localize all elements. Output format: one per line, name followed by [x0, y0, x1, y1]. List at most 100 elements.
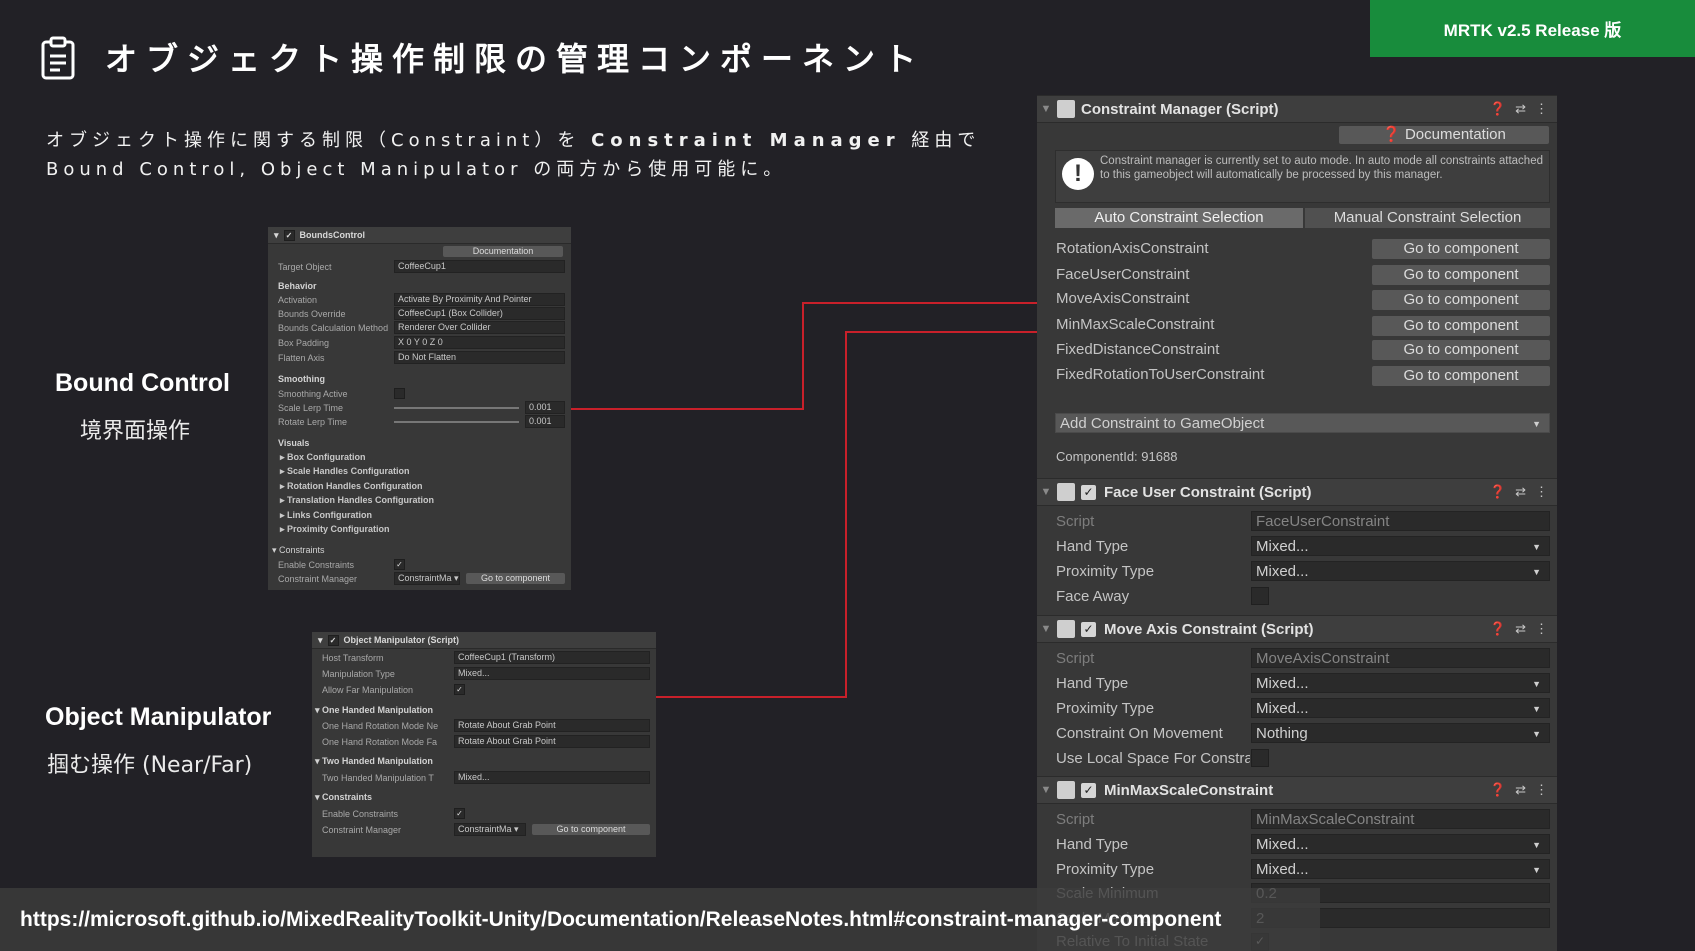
hand-type-dropdown[interactable]: Mixed... [1251, 834, 1550, 855]
source-url-link[interactable]: https://microsoft.github.io/MixedReality… [20, 908, 1221, 932]
fold-proximity[interactable]: ▸ Proximity Configuration [280, 524, 390, 535]
rotate-lerp-slider[interactable] [394, 420, 519, 423]
enabled-checkbox[interactable]: ✓ [1081, 782, 1096, 798]
enabled-checkbox[interactable]: ✓ [283, 229, 295, 241]
constraint-on-movement-dropdown[interactable]: Nothing [1251, 723, 1550, 744]
component-title: Object Manipulator (Script) [343, 635, 460, 645]
goto-component-button[interactable]: Go to component [466, 573, 565, 584]
kebab-menu-icon[interactable]: ⋮ [1535, 484, 1548, 500]
smoothing-active-checkbox[interactable] [394, 388, 405, 399]
collapse-arrow-icon[interactable]: ▼ [1037, 486, 1055, 498]
bounds-override-field[interactable]: CoffeeCup1 (Box Collider) [394, 307, 565, 320]
goto-component-button[interactable]: Go to component [1372, 340, 1550, 360]
goto-component-button[interactable]: Go to component [1372, 265, 1550, 285]
script-icon [1057, 483, 1075, 501]
preset-icon[interactable]: ⇄ [1515, 484, 1526, 500]
allow-far-checkbox[interactable]: ✓ [454, 684, 465, 695]
constraint-item: RotationAxisConstraint [1056, 240, 1209, 257]
goto-component-button[interactable]: Go to component [1372, 316, 1550, 336]
script-icon [1057, 100, 1075, 118]
hand-type-dropdown[interactable]: Mixed... [1251, 536, 1550, 557]
proximity-type-dropdown[interactable]: Mixed... [1251, 859, 1550, 880]
help-icon[interactable]: ❓ [1490, 101, 1506, 117]
face-away-label: Face Away [1056, 588, 1130, 605]
help-box: ! Constraint manager is currently set to… [1055, 150, 1550, 203]
add-constraint-dropdown[interactable]: Add Constraint to GameObject [1055, 413, 1550, 434]
help-icon[interactable]: ❓ [1490, 782, 1506, 798]
fold-translation-handles[interactable]: ▸ Translation Handles Configuration [280, 495, 434, 506]
kebab-menu-icon[interactable]: ⋮ [1535, 101, 1548, 117]
object-manipulator-panel: ▾ ✓ Object Manipulator (Script) Host Tra… [312, 632, 656, 857]
preset-icon[interactable]: ⇄ [1515, 782, 1526, 798]
visuals-section: Visuals [278, 438, 310, 448]
rotate-lerp-row: Rotate Lerp Time 0.001 [278, 415, 565, 428]
component-id: ComponentId: 91688 [1056, 449, 1178, 464]
kebab-menu-icon[interactable]: ⋮ [1535, 621, 1548, 637]
preset-icon[interactable]: ⇄ [1515, 621, 1526, 637]
one-hand-far-dropdown[interactable]: Rotate About Grab Point [454, 735, 650, 748]
collapse-arrow-icon[interactable]: ▾ [318, 635, 323, 646]
help-icon[interactable]: ❓ [1490, 484, 1506, 500]
fold-box-config[interactable]: ▸ Box Configuration [280, 452, 366, 463]
constraint-manager-field[interactable]: ConstraintMa ▾ [394, 572, 460, 585]
target-object-field[interactable]: CoffeeCup1 [394, 260, 565, 273]
two-hand-dropdown[interactable]: Mixed... [454, 771, 650, 784]
collapse-arrow-icon[interactable]: ▼ [1037, 103, 1055, 115]
face-user-constraint-header: ▼ ✓ Face User Constraint (Script) ❓ ⇄ ⋮ [1037, 478, 1557, 506]
box-padding-row: Box Padding X 0 Y 0 Z 0 [278, 336, 565, 349]
fold-scale-handles[interactable]: ▸ Scale Handles Configuration [280, 466, 410, 477]
help-icon[interactable]: ❓ [1490, 621, 1506, 637]
documentation-button[interactable]: Documentation [443, 246, 563, 257]
script-field: MinMaxScaleConstraint [1251, 809, 1550, 829]
minmax-scale-constraint-header: ▼ ✓ MinMaxScaleConstraint ❓ ⇄ ⋮ [1037, 776, 1557, 804]
flatten-axis-dropdown[interactable]: Do Not Flatten [394, 351, 565, 364]
activation-row: Activation Activate By Proximity And Poin… [278, 293, 565, 306]
collapse-arrow-icon[interactable]: ▼ [1037, 623, 1055, 635]
one-hand-near-dropdown[interactable]: Rotate About Grab Point [454, 719, 650, 732]
proximity-type-dropdown[interactable]: Mixed... [1251, 698, 1550, 719]
bounds-calc-dropdown[interactable]: Renderer Over Collider [394, 321, 565, 334]
manipulation-type-dropdown[interactable]: Mixed... [454, 667, 650, 680]
help-icon: ❓ [1382, 126, 1401, 143]
constraint-item: FixedDistanceConstraint [1056, 341, 1220, 358]
constraint-manager-field[interactable]: ConstraintMa ▾ [454, 823, 526, 836]
host-transform-field[interactable]: CoffeeCup1 (Transform) [454, 651, 650, 664]
enabled-checkbox[interactable]: ✓ [1081, 621, 1096, 637]
goto-component-button[interactable]: Go to component [1372, 290, 1550, 310]
goto-component-button[interactable]: Go to component [532, 824, 650, 835]
collapse-arrow-icon[interactable]: ▾ [274, 230, 279, 241]
documentation-button[interactable]: ❓ Documentation [1339, 126, 1549, 144]
enable-constraints-checkbox[interactable]: ✓ [394, 559, 405, 570]
scale-lerp-slider[interactable] [394, 406, 519, 409]
proximity-type-label: Proximity Type [1056, 563, 1155, 580]
fold-links[interactable]: ▸ Links Configuration [280, 510, 372, 521]
constraint-manager-inspector: ▼ Constraint Manager (Script) ❓ ⇄ ⋮ ❓ Do… [1037, 95, 1557, 951]
scale-lerp-value[interactable]: 0.001 [525, 401, 565, 414]
tab-auto-constraint[interactable]: Auto Constraint Selection [1055, 208, 1303, 228]
proximity-type-dropdown[interactable]: Mixed... [1251, 561, 1550, 582]
preset-icon[interactable]: ⇄ [1515, 101, 1526, 117]
enable-constraints-checkbox[interactable]: ✓ [454, 808, 465, 819]
component-title: Constraint Manager (Script) [1081, 100, 1279, 118]
rotate-lerp-value[interactable]: 0.001 [525, 415, 565, 428]
box-padding-field[interactable]: X 0 Y 0 Z 0 [394, 336, 565, 349]
enabled-checkbox[interactable]: ✓ [327, 634, 339, 646]
face-away-checkbox[interactable] [1251, 587, 1269, 605]
tab-manual-constraint[interactable]: Manual Constraint Selection [1305, 208, 1550, 228]
manipulation-type-row: Manipulation Type Mixed... [322, 667, 650, 680]
hand-type-dropdown[interactable]: Mixed... [1251, 673, 1550, 694]
bounds-override-row: Bounds Override CoffeeCup1 (Box Collider) [278, 307, 565, 320]
fold-rotation-handles[interactable]: ▸ Rotation Handles Configuration [280, 481, 423, 492]
collapse-arrow-icon[interactable]: ▼ [1037, 784, 1055, 796]
kebab-menu-icon[interactable]: ⋮ [1535, 782, 1548, 798]
goto-component-button[interactable]: Go to component [1372, 366, 1550, 386]
use-local-space-checkbox[interactable] [1251, 749, 1269, 767]
bounds-calc-row: Bounds Calculation Method Renderer Over C… [278, 321, 565, 334]
component-title: MinMaxScaleConstraint [1104, 781, 1274, 799]
activation-dropdown[interactable]: Activate By Proximity And Pointer [394, 293, 565, 306]
behavior-section: Behavior [278, 281, 317, 291]
two-hand-row: Two Handed Manipulation T Mixed... [322, 771, 650, 784]
goto-component-button[interactable]: Go to component [1372, 239, 1550, 259]
scale-lerp-row: Scale Lerp Time 0.001 [278, 401, 565, 414]
enabled-checkbox[interactable]: ✓ [1081, 484, 1096, 500]
